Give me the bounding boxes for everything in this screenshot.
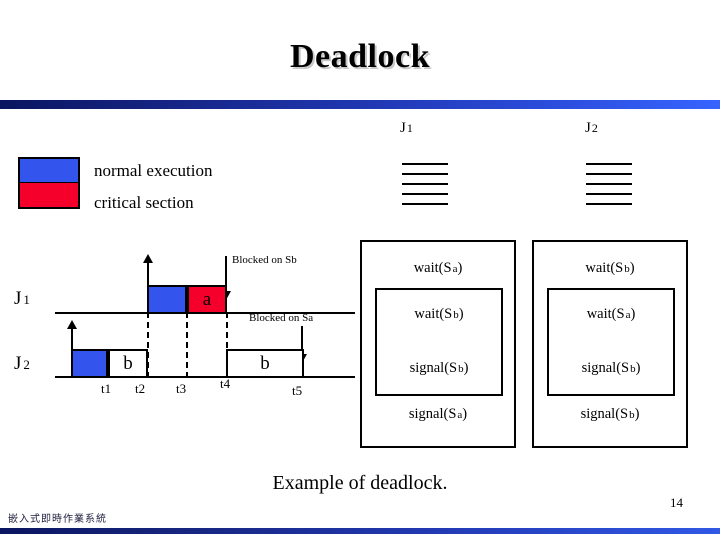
- hatch-lines-j2: [586, 163, 632, 205]
- code-j1-outer-top: wait(Sa): [362, 260, 514, 277]
- timeline-block-j1-critical: a: [187, 285, 227, 314]
- code-j2-inner-bottom-close: ): [635, 360, 641, 376]
- code-j2-outer-bottom-call: signal(S: [580, 406, 629, 422]
- code-j2-outer-top: wait(Sb): [534, 260, 686, 277]
- legend-swatch-normal: [20, 159, 78, 183]
- page-number: 14: [670, 495, 683, 510]
- timeline-tick-t4: t4: [220, 376, 231, 391]
- code-j1-outer-top-call: wait(S: [413, 260, 452, 276]
- hatch-line: [586, 193, 632, 195]
- timeline-chart: J1 J2 Blocked on Sb Blocked on Sa a b b …: [0, 250, 360, 405]
- code-box-j1-inner: wait(Sb) signal(Sb): [375, 288, 503, 396]
- timeline-release-arrow-j1-head: [143, 254, 153, 263]
- hatch-line: [402, 193, 448, 195]
- code-j2-outer-top-close: ): [629, 260, 635, 276]
- timeline-block-j1-critical-label: a: [202, 288, 212, 310]
- code-j1-inner-top-close: ): [458, 306, 464, 322]
- timeline-row-label-j1-index: 1: [23, 292, 30, 307]
- timeline-block-j2-normal: [71, 349, 108, 378]
- hatch-line: [586, 183, 632, 185]
- column-header-j1: J1: [400, 120, 413, 137]
- timeline-annotation-blocked-sb: Blocked on Sb: [232, 254, 297, 266]
- hatch-line: [402, 203, 448, 205]
- code-box-j2-inner: wait(Sa) signal(Sb): [547, 288, 675, 396]
- legend-swatch-box: [18, 157, 80, 209]
- hatch-line: [586, 163, 632, 165]
- timeline-tick-t5: t5: [292, 383, 303, 398]
- timeline-row-label-j2: J2: [14, 353, 30, 375]
- legend-label-normal: normal execution: [94, 161, 213, 180]
- code-j1-outer-bottom: signal(Sa): [362, 406, 514, 423]
- footer-divider-bar: [0, 528, 720, 534]
- legend-swatch-critical: [20, 183, 78, 207]
- hatch-line: [402, 173, 448, 175]
- code-j2-inner-bottom-call: signal(S: [581, 360, 630, 376]
- legend-label-critical: critical section: [94, 193, 194, 212]
- code-j2-inner-bottom: signal(Sb): [549, 360, 673, 377]
- slide-caption: Example of deadlock.: [272, 472, 448, 494]
- column-header-j2: J2: [585, 120, 598, 137]
- timeline-tick-t3: t3: [176, 381, 187, 396]
- hatch-line: [586, 173, 632, 175]
- code-j1-outer-bottom-close: ): [462, 406, 468, 422]
- column-header-j2-index: 2: [591, 121, 598, 135]
- code-j1-inner-top-call: wait(S: [414, 306, 453, 322]
- timeline-row-label-j1: J1: [14, 288, 30, 310]
- hatch-lines-j1: [402, 163, 448, 205]
- timeline-block-j1-normal: [147, 285, 187, 314]
- code-j1-outer-bottom-call: signal(S: [408, 406, 457, 422]
- page-title: Deadlock: [290, 38, 430, 75]
- timeline-tick-t1: t1: [101, 381, 112, 396]
- timeline-block-j2-b1-label: b: [123, 352, 133, 374]
- title-divider-bar: [0, 100, 720, 109]
- column-header-j1-index: 1: [406, 121, 413, 135]
- code-j2-outer-bottom-close: ): [634, 406, 640, 422]
- code-j2-outer-bottom: signal(Sb): [534, 406, 686, 423]
- column-header-j2-name: J: [585, 120, 591, 136]
- code-j2-inner-top-close: ): [630, 306, 636, 322]
- timeline-block-j2-b2-label: b: [260, 352, 270, 374]
- timeline-block-j2-b1: b: [108, 349, 148, 378]
- slide-canvas: Deadlock J1 J2 normal execution critical…: [0, 0, 720, 540]
- timeline-release-arrow-j2-head: [67, 320, 77, 329]
- timeline-tick-t2: t2: [135, 381, 146, 396]
- code-j1-inner-top: wait(Sb): [377, 306, 501, 323]
- code-j1-inner-bottom-close: ): [463, 360, 469, 376]
- code-j1-inner-bottom: signal(Sb): [377, 360, 501, 377]
- column-header-j1-name: J: [400, 120, 406, 136]
- timeline-block-j2-b2: b: [226, 349, 304, 378]
- hatch-line: [586, 203, 632, 205]
- hatch-line: [402, 163, 448, 165]
- footer-text: 嵌入式即時作業系統: [8, 514, 107, 525]
- timeline-row-label-j2-index: 2: [23, 357, 30, 372]
- hatch-line: [402, 183, 448, 185]
- timeline-annotation-blocked-sa: Blocked on Sa: [249, 312, 314, 324]
- timeline-dashed-line-t3: [186, 312, 188, 378]
- code-j2-inner-top-call: wait(S: [586, 306, 625, 322]
- code-j1-inner-bottom-call: signal(S: [409, 360, 458, 376]
- code-j2-inner-top: wait(Sa): [549, 306, 673, 323]
- code-j1-outer-top-close: ): [457, 260, 463, 276]
- code-j2-outer-top-call: wait(S: [585, 260, 624, 276]
